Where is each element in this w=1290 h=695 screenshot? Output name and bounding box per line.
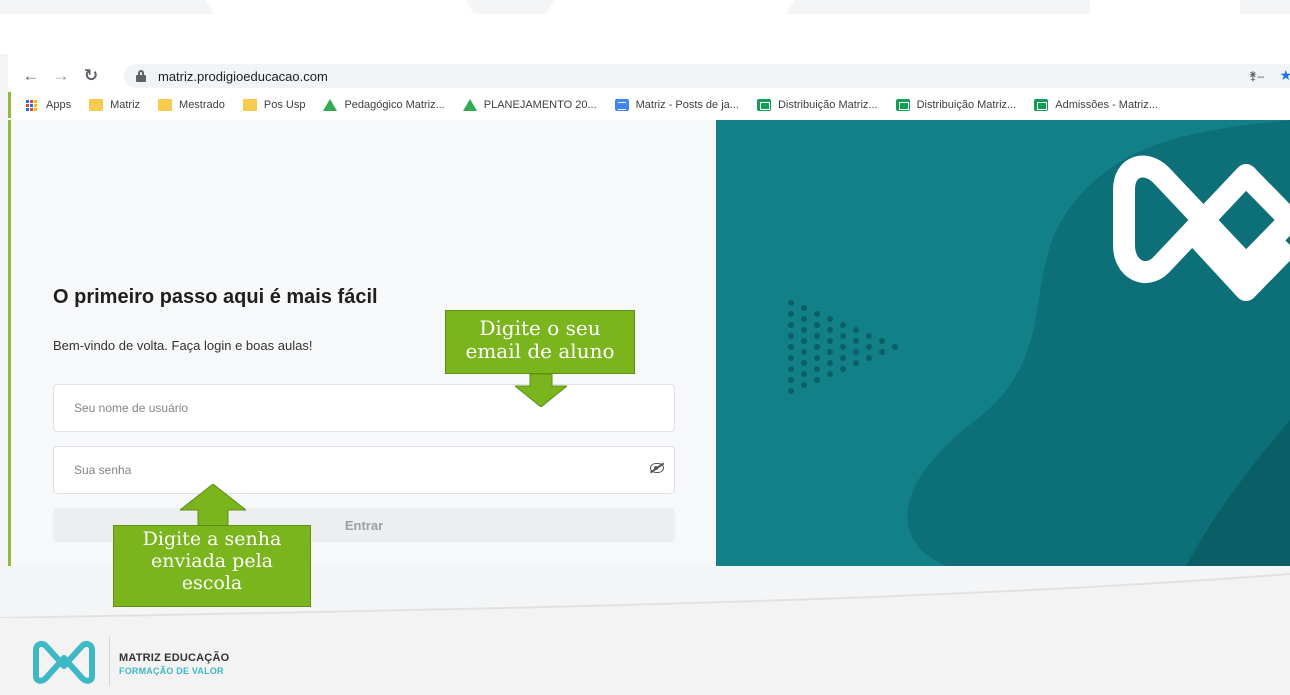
google-sheets-icon — [1034, 99, 1049, 111]
bookmark-label: Admissões - Matriz... — [1055, 99, 1158, 111]
arrow-left-icon: ← — [22, 66, 40, 85]
brand-panel — [716, 120, 1290, 566]
bookmark-label: Pedagógico Matriz... — [344, 99, 445, 111]
bookmark-label: Distribuição Matriz... — [916, 99, 1017, 111]
bookmark-mestrado[interactable]: Mestrado — [158, 99, 225, 111]
footer-divider — [109, 636, 110, 686]
bookmark-label: Pos Usp — [263, 99, 306, 111]
login-title: O primeiro passo aqui é mais fácil — [53, 286, 378, 308]
username-input[interactable]: Seu nome de usuário — [53, 384, 675, 432]
footer: MATRIZ EDUCAÇÃO FORMAÇÃO DE VALOR — [0, 618, 1290, 695]
key-icon[interactable]: ⚵– — [1249, 69, 1264, 83]
background-band — [0, 14, 1290, 54]
password-input[interactable]: Sua senha — [53, 446, 675, 494]
google-drive-icon — [462, 99, 477, 111]
callout-text: Digite a senha — [142, 528, 282, 550]
matriz-logo-icon — [33, 640, 95, 684]
bookmark-distribuicao-1[interactable]: Distribuição Matriz... — [756, 99, 878, 111]
callout-text: email de aluno — [465, 339, 615, 363]
email-hint-callout: Digite o seu email de aluno — [445, 310, 635, 374]
reload-icon: ↻ — [83, 66, 99, 85]
bookmark-label: Matriz — [110, 99, 141, 111]
bookmark-label: Mestrado — [179, 99, 225, 111]
dot-pattern — [788, 300, 898, 394]
bookmark-apps[interactable]: Apps — [25, 99, 71, 111]
bookmark-label: Matriz - Posts de ja... — [635, 99, 739, 111]
background-shape — [1090, 0, 1240, 14]
arrow-down-icon — [515, 374, 567, 407]
bookmark-planejamento[interactable]: PLANEJAMENTO 20... — [462, 99, 597, 111]
arrow-up-icon — [180, 484, 246, 526]
back-button[interactable]: ← — [16, 62, 46, 90]
folder-icon — [242, 99, 257, 111]
bookmark-posts[interactable]: Matriz - Posts de ja... — [614, 99, 739, 111]
google-docs-icon — [614, 99, 629, 111]
bookmark-label: Distribuição Matriz... — [777, 99, 878, 111]
callout-text: Digite o seu — [479, 316, 601, 340]
folder-icon — [89, 99, 104, 111]
username-placeholder: Seu nome de usuário — [74, 401, 189, 415]
bookmark-label: PLANEJAMENTO 20... — [483, 99, 597, 111]
brand-name: MATRIZ EDUCAÇÃO — [119, 652, 230, 664]
google-sheets-icon — [895, 99, 910, 111]
show-password-icon[interactable] — [650, 463, 664, 473]
bookmark-pos-usp[interactable]: Pos Usp — [242, 99, 306, 111]
brand-illustration — [788, 120, 1290, 566]
arrow-right-icon: → — [52, 66, 70, 85]
folder-icon — [158, 99, 173, 111]
bookmark-matriz[interactable]: Matriz — [89, 99, 140, 111]
address-bar[interactable]: matriz.prodigioeducacao.com ⚵– ★ — [124, 64, 1290, 88]
lock-icon — [136, 70, 146, 82]
brand-tagline: FORMAÇÃO DE VALOR — [119, 666, 224, 676]
forward-button[interactable]: → — [46, 62, 76, 90]
url-text: matriz.prodigioeducacao.com — [158, 68, 328, 84]
password-placeholder: Sua senha — [74, 463, 132, 477]
star-icon[interactable]: ★ — [1279, 67, 1290, 84]
bookmark-distribuicao-2[interactable]: Distribuição Matriz... — [895, 99, 1017, 111]
bookmark-admissoes[interactable]: Admissões - Matriz... — [1034, 99, 1158, 111]
login-subtitle: Bem-vindo de volta. Faça login e boas au… — [53, 338, 313, 353]
google-sheets-icon — [756, 99, 771, 111]
bookmarks-bar: Apps Matriz Mestrado Pos Usp Pedagógico … — [8, 92, 1290, 118]
bookmark-pedagogico[interactable]: Pedagógico Matriz... — [323, 99, 445, 111]
reload-button[interactable]: ↻ — [76, 62, 106, 90]
google-drive-icon — [323, 99, 338, 111]
apps-grid-icon — [25, 99, 39, 111]
browser-toolbar: ← → ↻ matriz.prodigioeducacao.com ⚵– ★ — [8, 62, 1290, 90]
bookmark-label: Apps — [46, 99, 72, 111]
